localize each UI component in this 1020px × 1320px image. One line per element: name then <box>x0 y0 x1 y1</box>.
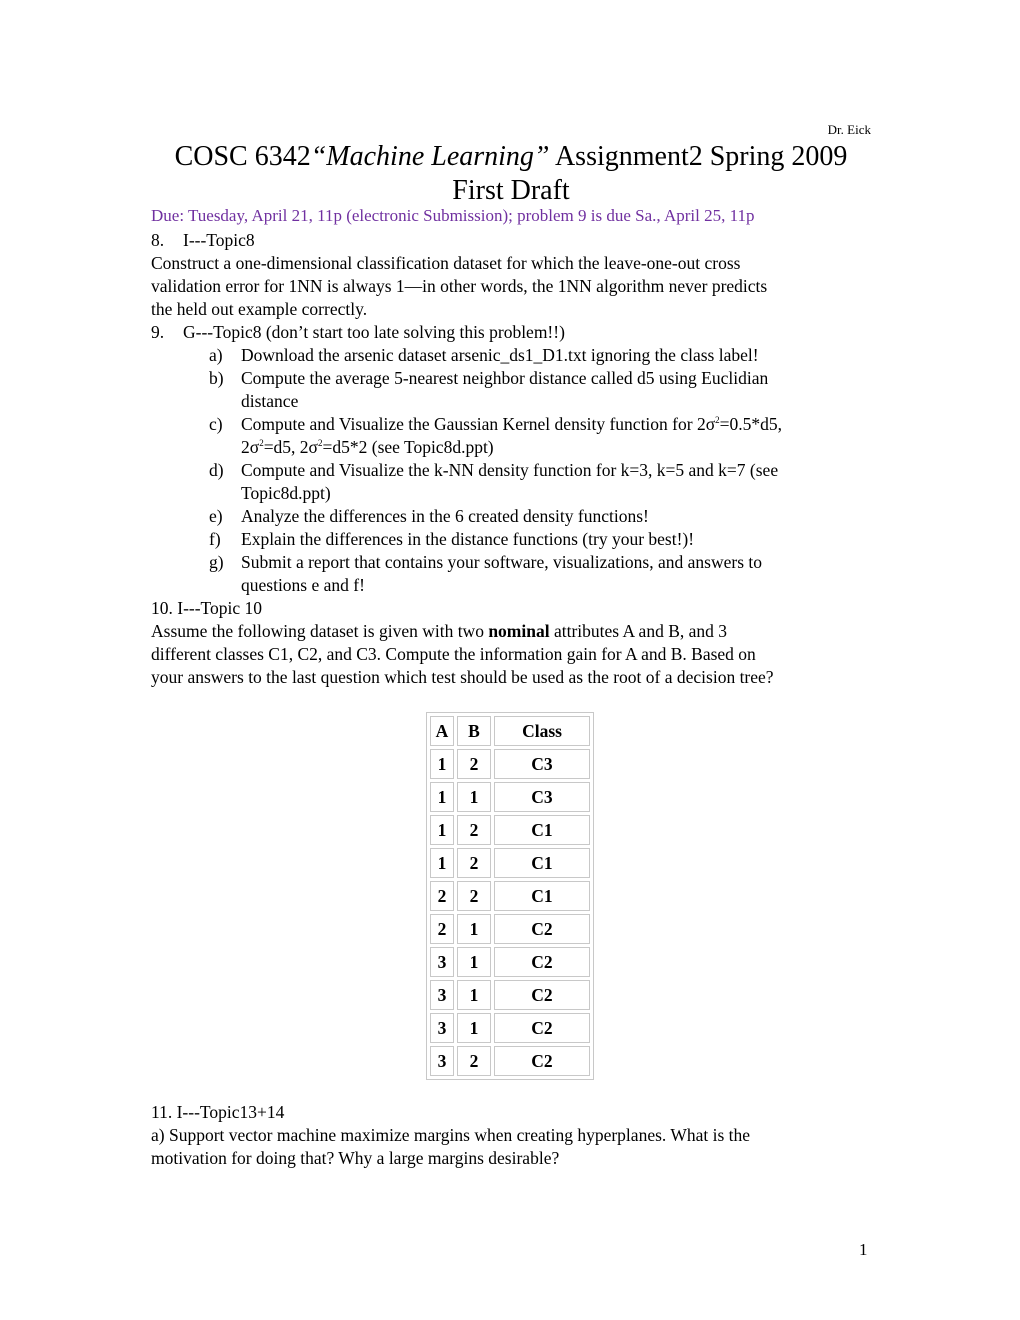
table-row: 2 1 C2 <box>430 914 590 944</box>
problem-9-item-g: g) Submit a report that contains your sof… <box>209 552 762 595</box>
cell-class: C3 <box>494 749 590 779</box>
cell-a: 2 <box>430 881 454 911</box>
cell-class: C1 <box>494 881 590 911</box>
cell-b: 1 <box>457 980 491 1010</box>
cell-class: C2 <box>494 914 590 944</box>
cell-class: C1 <box>494 848 590 878</box>
cell-class: C3 <box>494 782 590 812</box>
problem-8-text: validation error for 1NN is always 1—in … <box>151 276 768 296</box>
problem-9-item-d: d) Compute and Visualize the k-NN density… <box>209 460 779 503</box>
problem-10-text: Assume the following dataset is given wi… <box>151 621 728 641</box>
table-row: 1 2 C1 <box>430 848 590 878</box>
table-row: 3 1 C2 <box>430 980 590 1010</box>
cell-a: 1 <box>430 782 454 812</box>
cell-class: C2 <box>494 1046 590 1076</box>
problem-8-heading: 8. I---Topic8 <box>151 230 255 250</box>
page-number: 1 <box>859 1240 868 1259</box>
column-header-b: B <box>457 716 491 746</box>
emphasis-nominal: nominal <box>488 621 550 641</box>
cell-b: 1 <box>457 782 491 812</box>
cell-a: 1 <box>430 749 454 779</box>
title-course-name: “Machine Learning” <box>310 141 550 172</box>
cell-class: C1 <box>494 815 590 845</box>
problem-9-item-f: f) Explain the differences in the distanc… <box>209 529 695 549</box>
problem-9-item-e: e) Analyze the differences in the 6 creat… <box>209 506 649 526</box>
table-row: 1 1 C3 <box>430 782 590 812</box>
problem-9-heading: 9. G---Topic8 (don’t start too late solvi… <box>151 322 565 342</box>
problem-10-text: your answers to the last question which … <box>151 667 774 687</box>
problem-10-text: different classes C1, C2, and C3. Comput… <box>151 644 756 664</box>
table-row: 3 2 C2 <box>430 1046 590 1076</box>
author: Dr. Eick <box>827 122 871 137</box>
document-subtitle: First Draft <box>452 175 570 206</box>
cell-a: 3 <box>430 980 454 1010</box>
problem-9-item-c: c) Compute and Visualize the Gaussian Ke… <box>209 414 783 457</box>
problem-11: 11. I---Topic13+14 a) Support vector mac… <box>151 1101 871 1170</box>
cell-b: 2 <box>457 848 491 878</box>
title-course: COSC 6342 <box>174 141 311 172</box>
cell-b: 1 <box>457 914 491 944</box>
cell-b: 2 <box>457 881 491 911</box>
column-header-class: Class <box>494 716 590 746</box>
table-row: 1 2 C3 <box>430 749 590 779</box>
table-row: 2 2 C1 <box>430 881 590 911</box>
problem-10-heading: 10. I---Topic 10 <box>151 598 263 618</box>
table-header-row: A B Class <box>430 716 590 746</box>
table-row: 1 2 C1 <box>430 815 590 845</box>
cell-a: 3 <box>430 947 454 977</box>
cell-b: 2 <box>457 815 491 845</box>
dataset-table: A B Class 1 2 C3 1 1 C3 1 2 C1 1 2 C1 2 2 C1 2 1 C2 3 1 C2 3 1… <box>426 712 594 1080</box>
cell-class: C2 <box>494 947 590 977</box>
problem-8-text: the held out example correctly. <box>151 299 368 319</box>
column-header-a: A <box>430 716 454 746</box>
problem-9-item-b: b) Compute the average 5-nearest neighbor… <box>209 368 769 411</box>
cell-a: 2 <box>430 914 454 944</box>
problem-11-text: motivation for doing that? Why a large m… <box>151 1148 560 1168</box>
table-row: 3 1 C2 <box>430 947 590 977</box>
table-row: 3 1 C2 <box>430 1013 590 1043</box>
dataset-table-wrapper: A B Class 1 2 C3 1 1 C3 1 2 C1 1 2 C1 2 2 C1 2 1 C2 3 1 C2 3 1… <box>426 712 594 1080</box>
title-assignment: Assignment2 Spring 2009 <box>549 141 848 172</box>
problem-9-item-a: a) Download the arsenic dataset arsenic_d… <box>209 345 759 365</box>
cell-a: 3 <box>430 1013 454 1043</box>
cell-a: 3 <box>430 1046 454 1076</box>
cell-a: 1 <box>430 848 454 878</box>
problem-8-text: Construct a one-dimensional classificati… <box>151 253 741 273</box>
cell-b: 1 <box>457 1013 491 1043</box>
cell-b: 1 <box>457 947 491 977</box>
problem-11-text: a) Support vector machine maximize margi… <box>151 1125 751 1145</box>
cell-b: 2 <box>457 1046 491 1076</box>
document-title: COSC 6342“Machine Learning” Assignment2 … <box>151 140 871 208</box>
due-date-line: Due: Tuesday, April 21, 11p (electronic … <box>151 206 755 225</box>
cell-class: C2 <box>494 980 590 1010</box>
cell-a: 1 <box>430 815 454 845</box>
problem-11-heading: 11. I---Topic13+14 <box>151 1102 285 1122</box>
problems-section: 8. I---Topic8 Construct a one-dimensional… <box>151 229 871 689</box>
cell-class: C2 <box>494 1013 590 1043</box>
cell-b: 2 <box>457 749 491 779</box>
